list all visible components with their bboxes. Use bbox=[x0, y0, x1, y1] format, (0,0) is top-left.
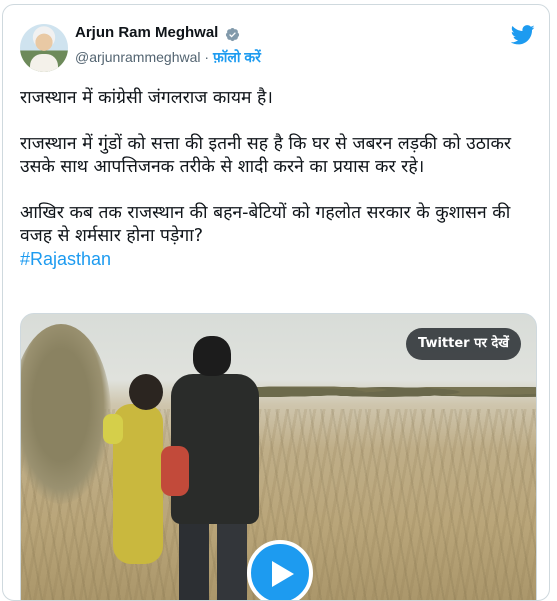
play-button[interactable] bbox=[247, 540, 313, 600]
handle-row: @arjunrammeghwal · फ़ॉलो करें bbox=[75, 48, 261, 67]
tweet-paragraph: राजस्थान में कांग्रेसी जंगलराज कायम है। bbox=[20, 88, 273, 108]
red-cloth bbox=[161, 446, 189, 496]
verified-badge-icon bbox=[225, 27, 240, 42]
follow-button[interactable]: फ़ॉलो करें bbox=[213, 49, 261, 65]
play-icon bbox=[272, 561, 294, 587]
tweet-paragraph: राजस्थान में गुंडों को सत्ता की इतनी सह … bbox=[20, 134, 512, 177]
author-handle[interactable]: @arjunrammeghwal bbox=[75, 49, 200, 65]
twitter-bird-icon[interactable] bbox=[511, 25, 535, 45]
view-on-twitter-button[interactable]: Twitter पर देखें bbox=[406, 328, 521, 360]
tweet-text: राजस्थान में कांग्रेसी जंगलराज कायम है। … bbox=[20, 87, 540, 271]
tweet-card[interactable]: Arjun Ram Meghwal @arjunrammeghwal · फ़ॉ… bbox=[2, 4, 550, 601]
author-name[interactable]: Arjun Ram Meghwal bbox=[75, 24, 218, 41]
separator-dot: · bbox=[204, 49, 210, 65]
tweet-paragraph: आखिर कब तक राजस्थान की बहन-बेटियों को गह… bbox=[20, 203, 511, 246]
video-thumbnail[interactable]: Twitter पर देखें bbox=[20, 313, 537, 600]
hashtag-link[interactable]: #Rajasthan bbox=[20, 248, 540, 271]
avatar[interactable] bbox=[20, 24, 68, 72]
